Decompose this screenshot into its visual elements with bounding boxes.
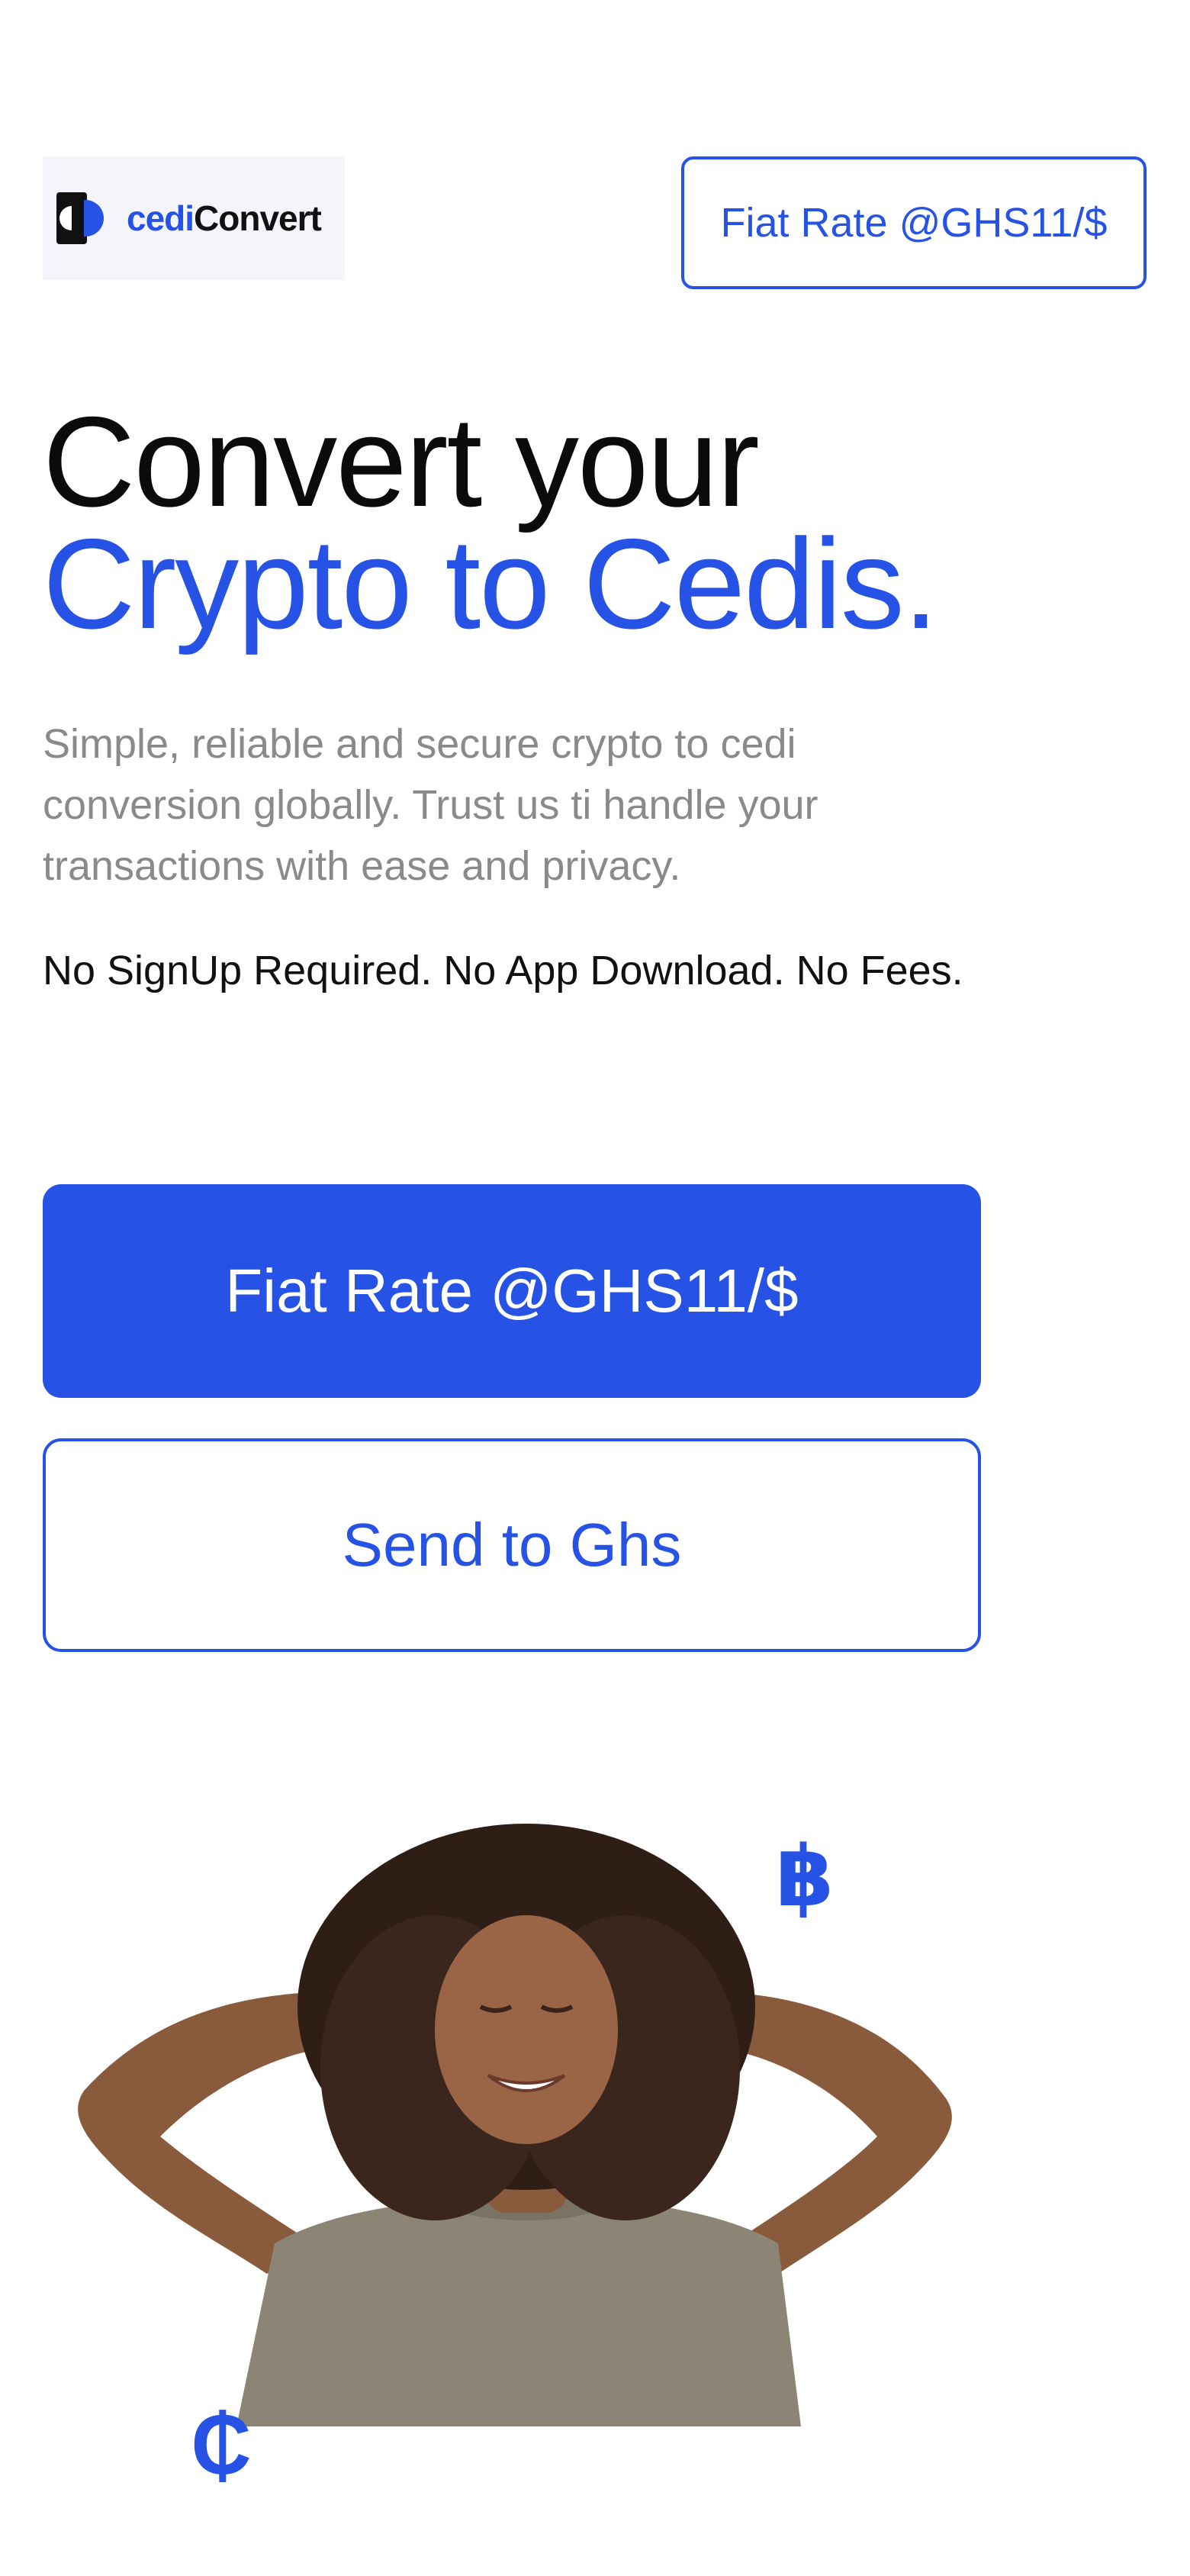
hero-headline: Convert your Crypto to Cedis. [43, 390, 938, 655]
fiat-rate-button[interactable]: Fiat Rate @GHS11/$ [43, 1184, 981, 1398]
logo-text-convert: Convert [194, 198, 322, 238]
logo-text-cedi: cedi [127, 198, 195, 238]
logo-mark-icon [56, 192, 104, 244]
headline-line-1: Convert your [43, 390, 760, 533]
logo[interactable]: cediConvert [43, 156, 345, 280]
header-fiat-rate-button[interactable]: Fiat Rate @GHS11/$ [681, 156, 1147, 289]
hero-tagline: No SignUp Required. No App Download. No … [43, 948, 963, 993]
bitcoin-icon: ฿ [775, 1830, 835, 1924]
cedi-icon: ₵ [191, 2398, 252, 2492]
send-to-ghs-button[interactable]: Send to Ghs [43, 1438, 981, 1652]
logo-text: cediConvert [127, 198, 322, 239]
hero-person-image [78, 1824, 952, 2426]
headline-line-2: Crypto to Cedis. [43, 512, 938, 655]
hero-description: Simple, reliable and secure crypto to ce… [43, 721, 819, 889]
